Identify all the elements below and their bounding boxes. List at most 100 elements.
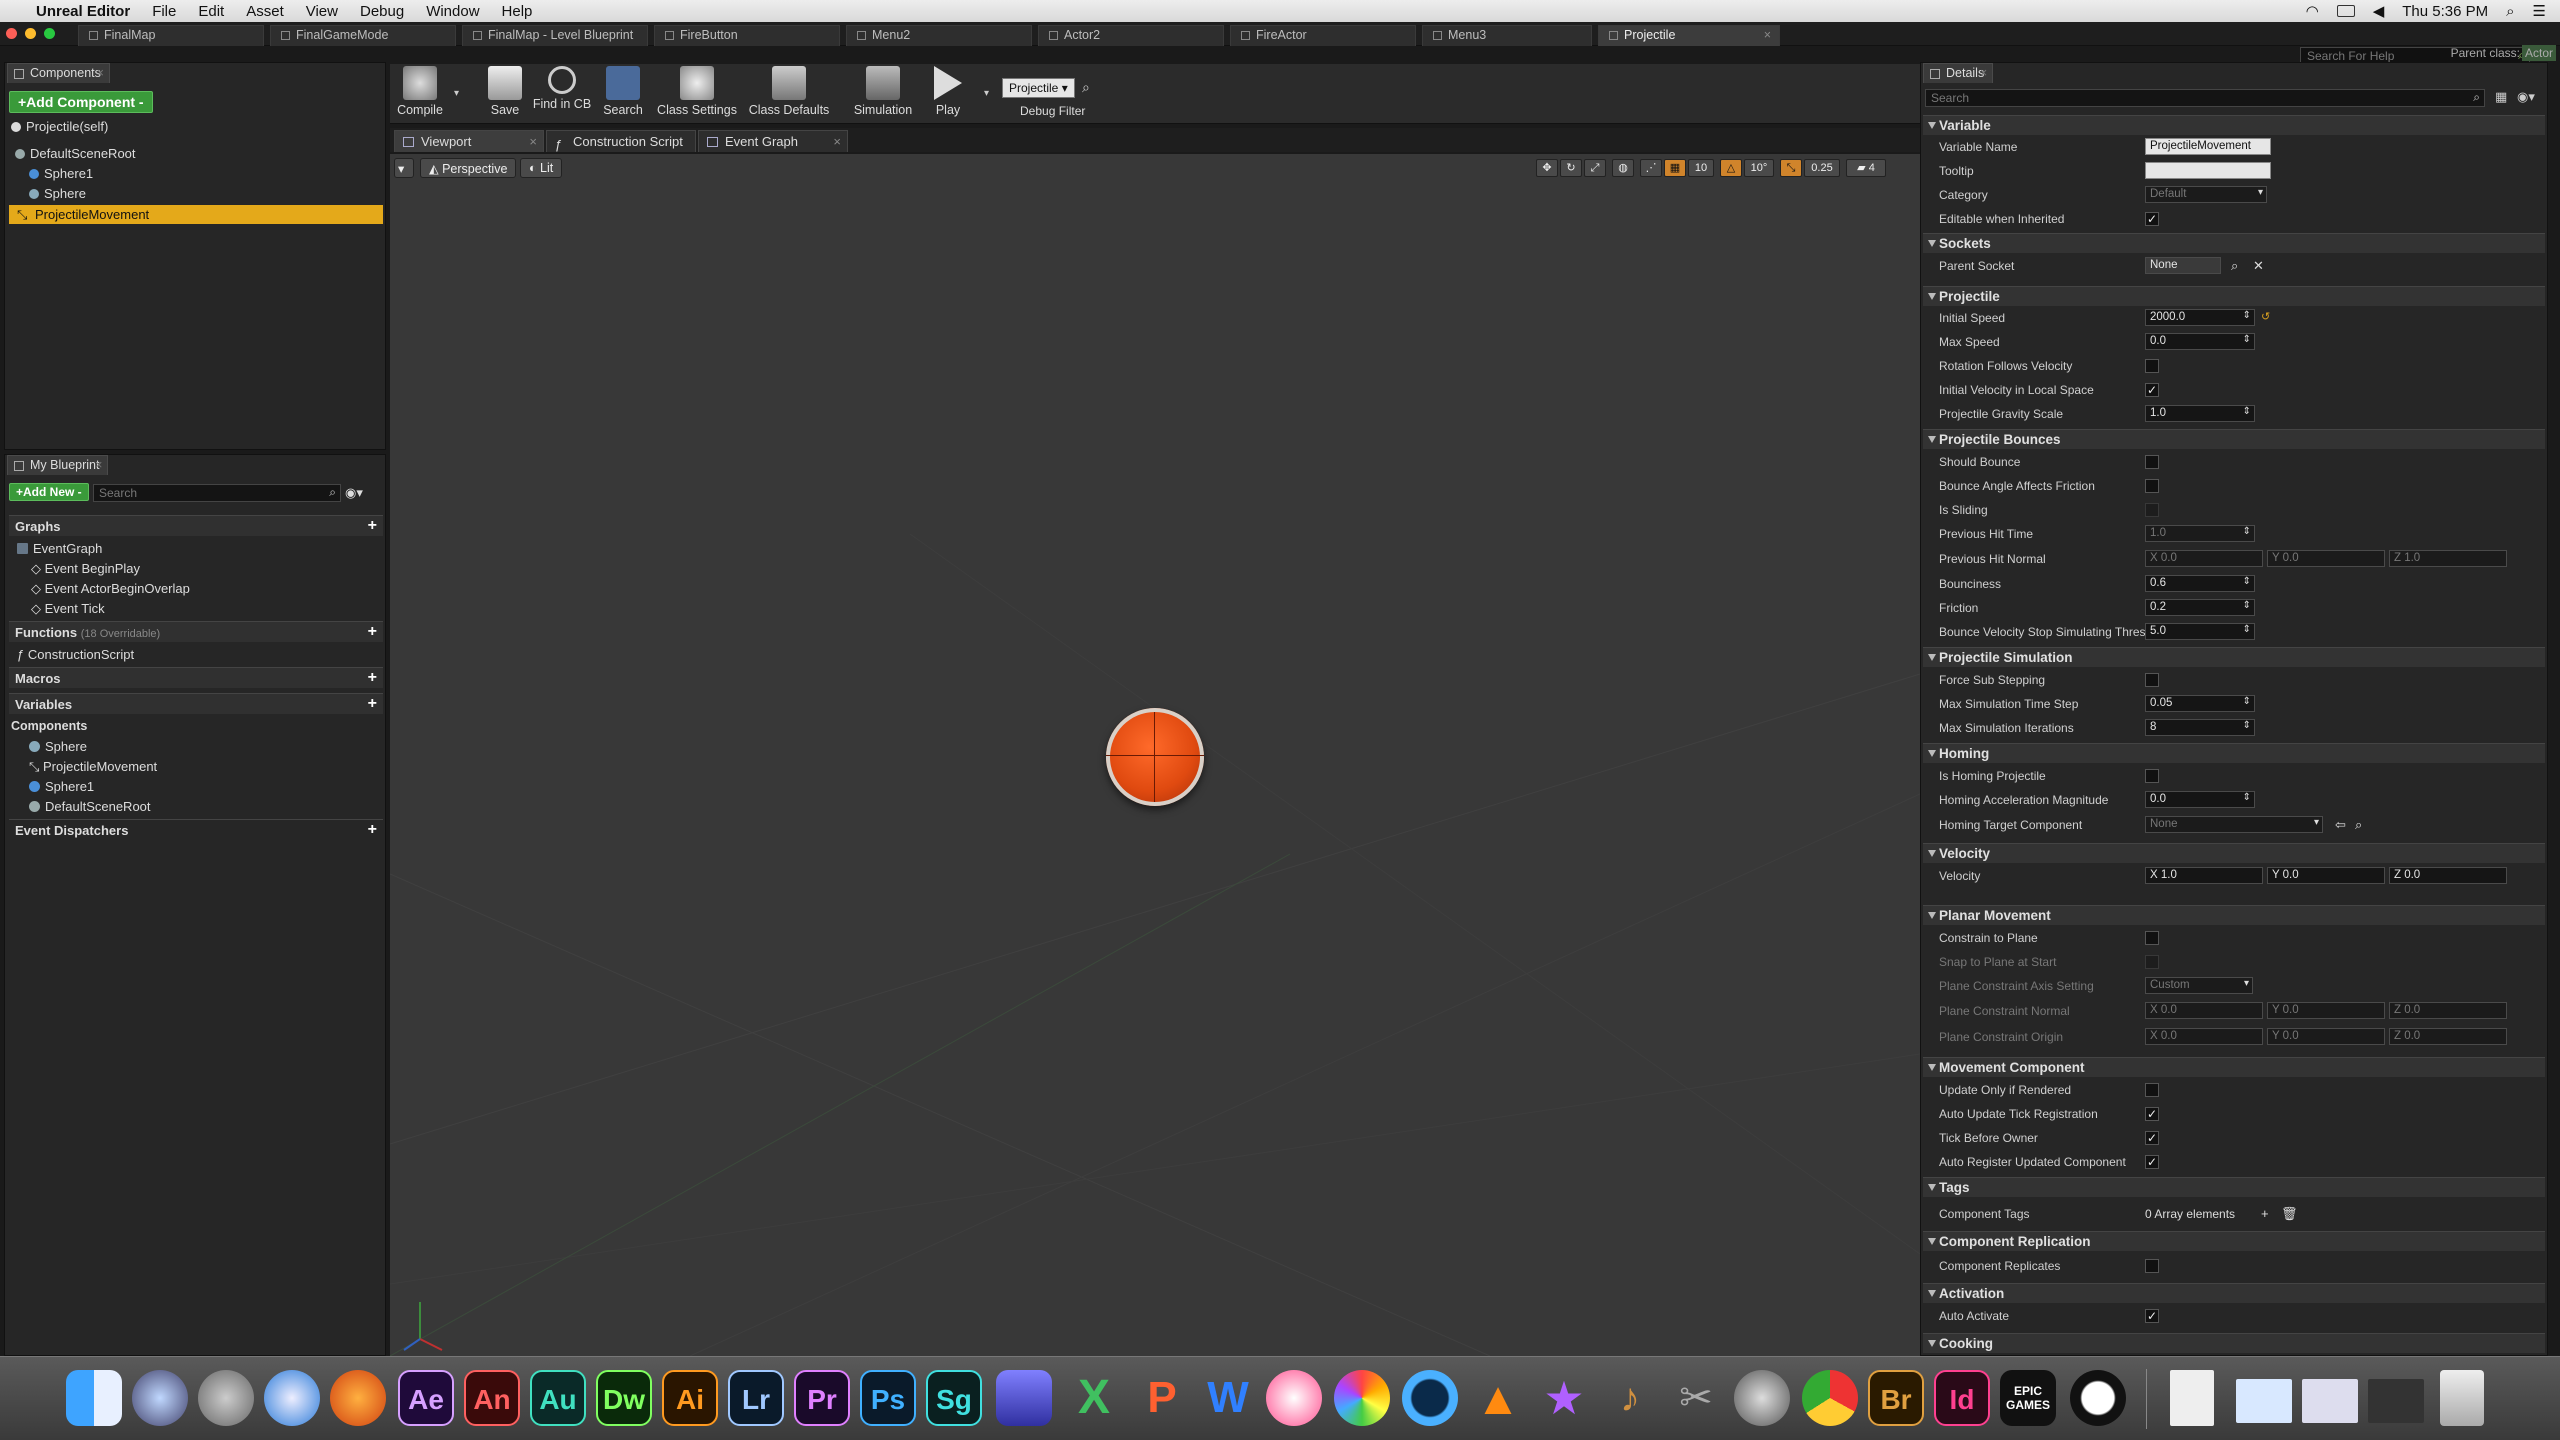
dock-minimized-window-icon[interactable] <box>2236 1379 2292 1423</box>
dock-launchpad-icon[interactable] <box>198 1370 254 1426</box>
menu-view[interactable]: View <box>306 3 338 20</box>
auto-register-checkbox[interactable]: ✓ <box>2145 1155 2159 1169</box>
section-bounces[interactable]: Projectile Bounces <box>1923 429 2545 449</box>
debug-browse-icon[interactable]: ⌕ <box>1082 79 1090 96</box>
wifi-icon[interactable]: ◠ <box>2306 2 2319 20</box>
max-time-step-input[interactable]: 0.05 ⇕ <box>2145 695 2255 712</box>
dock-safari-icon[interactable] <box>264 1370 320 1426</box>
editable-inherited-checkbox[interactable]: ✓ <box>2145 212 2159 226</box>
add-graph-icon[interactable]: + <box>368 517 377 535</box>
section-sockets[interactable]: Sockets <box>1923 233 2545 253</box>
airplay-icon[interactable] <box>2336 5 2355 17</box>
dock-pr-icon[interactable]: Pr <box>794 1370 850 1426</box>
initial-local-checkbox[interactable]: ✓ <box>2145 383 2159 397</box>
dock-id-icon[interactable]: Id <box>1934 1370 1990 1426</box>
dock-pages-icon[interactable]: P <box>1134 1370 1190 1426</box>
dock-epic-games-icon[interactable]: EPIC GAMES <box>2000 1370 2056 1426</box>
compile-dropdown-icon[interactable]: ▾ <box>454 88 459 99</box>
projectile-sphere[interactable] <box>1106 708 1204 806</box>
play-dropdown-icon[interactable]: ▾ <box>984 88 989 99</box>
section-projectile[interactable]: Projectile <box>1923 286 2545 306</box>
tab-event-graph[interactable]: Event Graph × <box>698 130 848 152</box>
variables-section[interactable]: Variables + <box>9 693 383 714</box>
dock-system-preferences-icon[interactable] <box>1734 1370 1790 1426</box>
doc-tab-menu3[interactable]: Menu3 <box>1422 25 1592 46</box>
plane-normal-z[interactable]: Z 0.0 <box>2389 1002 2507 1019</box>
velocity-y[interactable]: Y 0.0 <box>2267 867 2385 884</box>
update-rendered-checkbox[interactable] <box>2145 1083 2159 1097</box>
add-dispatcher-icon[interactable]: + <box>368 821 377 839</box>
dock-an-icon[interactable]: An <box>464 1370 520 1426</box>
dock-document-icon[interactable] <box>2170 1370 2214 1426</box>
dock-sg-icon[interactable]: Sg <box>926 1370 982 1426</box>
constrain-plane-checkbox[interactable] <box>2145 931 2159 945</box>
dock-au-icon[interactable]: Au <box>530 1370 586 1426</box>
translate-tool-icon[interactable]: ✥ <box>1536 159 1558 177</box>
tree-item-sphere1[interactable]: Sphere1 <box>29 166 93 181</box>
tree-item-projectilemovement[interactable]: ⤡ ProjectileMovement <box>9 205 383 224</box>
dock-lr-icon[interactable]: Lr <box>728 1370 784 1426</box>
class-defaults-button[interactable]: Class Defaults <box>748 66 830 117</box>
dock-imovie-icon[interactable] <box>996 1370 1052 1426</box>
surface-snap-icon[interactable]: ⋰ <box>1640 159 1662 177</box>
functions-section[interactable]: Functions (18 Overridable) + <box>9 621 383 642</box>
class-settings-button[interactable]: Class Settings <box>654 66 740 117</box>
prev-hit-normal-x[interactable]: X 0.0 <box>2145 550 2263 567</box>
doc-tab-menu2[interactable]: Menu2 <box>846 25 1032 46</box>
dock-word-icon[interactable]: W <box>1200 1370 1256 1426</box>
close-tab-icon[interactable]: × <box>95 458 102 472</box>
event-dispatchers-section[interactable]: Event Dispatchers + <box>9 819 383 840</box>
should-bounce-checkbox[interactable] <box>2145 455 2159 469</box>
menu-asset[interactable]: Asset <box>246 3 284 20</box>
add-macro-icon[interactable]: + <box>368 669 377 687</box>
function-constructionscript[interactable]: ƒ ConstructionScript <box>17 647 134 662</box>
menu-window[interactable]: Window <box>426 3 479 20</box>
reset-default-icon[interactable]: ↺ <box>2261 310 2270 323</box>
dock-ps-icon[interactable]: Ps <box>860 1370 916 1426</box>
bounciness-input[interactable]: 0.6 ⇕ <box>2145 575 2255 592</box>
view-options-icon[interactable]: ◉▾ <box>345 485 363 501</box>
doc-tab-firebutton[interactable]: FireButton <box>654 25 840 46</box>
plane-normal-x[interactable]: X 0.0 <box>2145 1002 2263 1019</box>
scale-tool-icon[interactable]: ⤢ <box>1584 159 1606 177</box>
rotate-tool-icon[interactable]: ↻ <box>1560 159 1582 177</box>
section-variable[interactable]: Variable <box>1923 115 2545 135</box>
menu-help[interactable]: Help <box>502 3 533 20</box>
section-homing[interactable]: Homing <box>1923 743 2545 763</box>
doc-tab-fireactor[interactable]: FireActor <box>1230 25 1416 46</box>
details-tab[interactable]: Details × <box>1923 63 1994 83</box>
variable-name-input[interactable]: ProjectileMovement <box>2145 138 2271 155</box>
dock-x-icon[interactable]: X <box>1066 1370 1122 1426</box>
clock[interactable]: Thu 5:36 PM <box>2402 3 2488 20</box>
dock-vlc-icon[interactable]: ▲ <box>1470 1370 1526 1426</box>
dock-chrome-icon[interactable] <box>1802 1370 1858 1426</box>
prev-hit-normal-y[interactable]: Y 0.0 <box>2267 550 2385 567</box>
dock-garageband-icon[interactable]: ♪ <box>1602 1370 1658 1426</box>
var-projectilemovement[interactable]: ⤡ ProjectileMovement <box>29 759 157 775</box>
dock-ai-icon[interactable]: Ai <box>662 1370 718 1426</box>
tree-item-defaultsceneroot[interactable]: DefaultSceneRoot <box>15 146 136 161</box>
zoom-window-button[interactable] <box>44 28 55 39</box>
scale-snap-value[interactable]: 0.25 <box>1804 159 1840 177</box>
parent-class-link[interactable]: Actor <box>2521 45 2556 61</box>
dock-itunes-icon[interactable] <box>1266 1370 1322 1426</box>
section-simulation[interactable]: Projectile Simulation <box>1923 647 2545 667</box>
dock-ae-icon[interactable]: Ae <box>398 1370 454 1426</box>
use-selected-icon[interactable]: ⇦ <box>2335 817 2346 833</box>
section-activation[interactable]: Activation <box>1923 1283 2545 1303</box>
volume-icon[interactable]: ◀ <box>2373 2 2385 20</box>
doc-tab-finalgamemode[interactable]: FinalGameMode <box>270 25 456 46</box>
close-tab-icon[interactable]: × <box>833 134 841 149</box>
rotation-follows-checkbox[interactable] <box>2145 359 2159 373</box>
my-blueprint-tab[interactable]: My Blueprint × <box>7 455 109 475</box>
dock-minimized-window-icon-3[interactable] <box>2368 1379 2424 1423</box>
section-cooking[interactable]: Cooking <box>1923 1333 2545 1353</box>
tab-viewport[interactable]: Viewport × <box>394 130 544 152</box>
prev-hit-normal-z[interactable]: Z 1.0 <box>2389 550 2507 567</box>
tab-construction-script[interactable]: ƒ Construction Script <box>546 130 696 152</box>
grid-snap-value[interactable]: 10 <box>1688 159 1714 177</box>
section-replication[interactable]: Component Replication <box>1923 1231 2545 1251</box>
dock-finalcut-icon[interactable]: ✂ <box>1668 1370 1724 1426</box>
app-name-menu[interactable]: Unreal Editor <box>36 3 130 20</box>
section-movement[interactable]: Movement Component <box>1923 1057 2545 1077</box>
